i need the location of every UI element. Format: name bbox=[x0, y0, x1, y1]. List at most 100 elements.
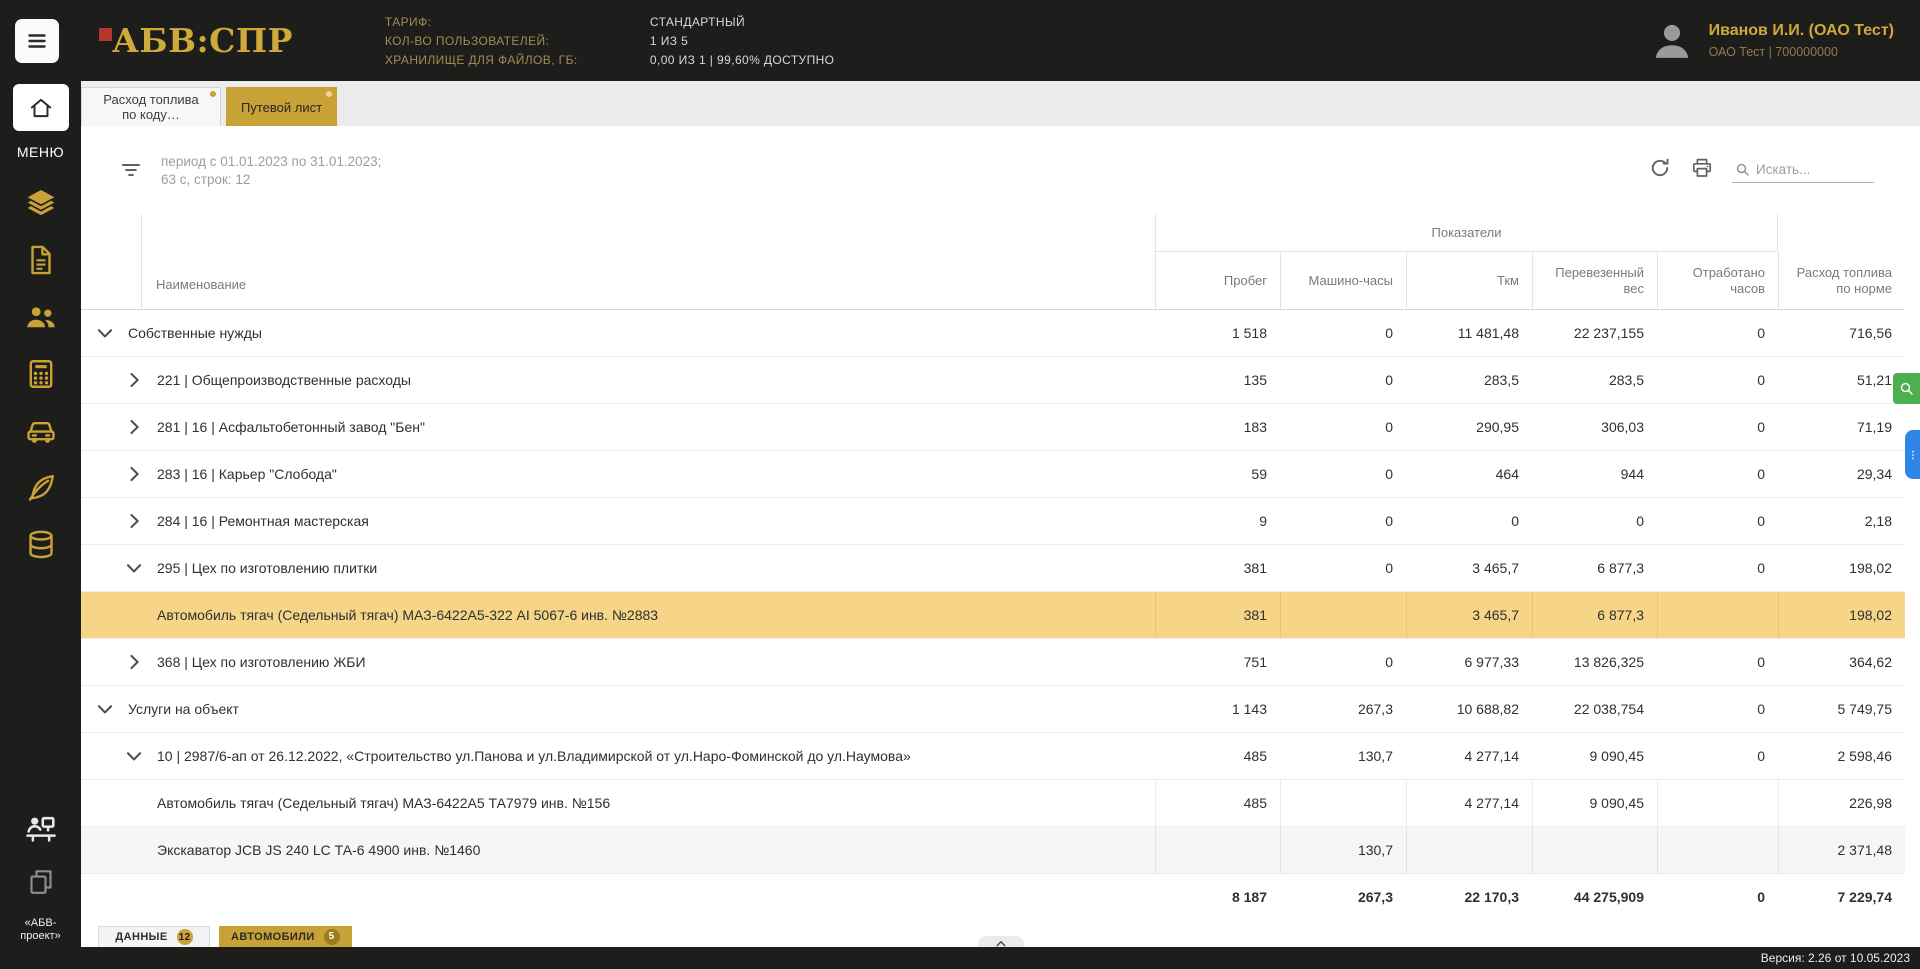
row-cell: 135 bbox=[1243, 372, 1267, 388]
row-name: 368 | Цех по изготовлению ЖБИ bbox=[157, 654, 366, 670]
table-body: Собственные нужды 1 518 0 11 481,48 22 237,1… bbox=[81, 310, 1905, 874]
chevron-right-icon[interactable] bbox=[123, 463, 145, 485]
row-cell bbox=[1406, 827, 1532, 873]
chevron-right-icon[interactable] bbox=[123, 369, 145, 391]
table-row[interactable]: Автомобиль тягач (Седельный тягач) МАЗ-6… bbox=[81, 592, 1905, 639]
tab-1[interactable]: Расход топлива по коду… bbox=[81, 87, 221, 126]
table-row[interactable]: 284 | 16 | Ремонтная мастерская 9 0 0 0 0 2,18 bbox=[81, 498, 1905, 545]
search-icon bbox=[1898, 380, 1915, 397]
row-cell bbox=[1280, 780, 1406, 826]
table-row[interactable]: Услуги на объект 1 143 267,3 10 688,82 22 03… bbox=[81, 686, 1905, 733]
print-icon bbox=[1690, 156, 1714, 180]
users-count-label: КОЛ-ВО ПОЛЬЗОВАТЕЛЕЙ: bbox=[384, 33, 550, 48]
table-row[interactable]: 368 | Цех по изготовлению ЖБИ 751 0 6 977,3… bbox=[81, 639, 1905, 686]
row-cell: 3 465,7 bbox=[1406, 592, 1532, 638]
count-badge: 5 bbox=[323, 928, 340, 945]
row-cell: 0 bbox=[1385, 419, 1393, 435]
row-name: Автомобиль тягач (Седельный тягач) МАЗ-6… bbox=[157, 795, 611, 811]
row-name: 10 | 2987/6-ап от 26.12.2022, «Строитель… bbox=[157, 748, 911, 764]
row-name-cell: Услуги на объект bbox=[81, 686, 1155, 732]
row-cell: 2 371,48 bbox=[1778, 827, 1905, 873]
avatar bbox=[1649, 18, 1695, 64]
table-row[interactable]: 283 | 16 | Карьер "Слобода" 59 0 464 944 0 29,… bbox=[81, 451, 1905, 498]
row-cell: 10 688,82 bbox=[1456, 701, 1519, 717]
search-input[interactable] bbox=[1756, 161, 1872, 177]
filter-button[interactable] bbox=[119, 158, 143, 187]
column-header-4[interactable]: Перевезенный вес bbox=[1532, 252, 1657, 309]
row-cell: 0 bbox=[1385, 560, 1393, 576]
refresh-button[interactable] bbox=[1648, 156, 1672, 185]
sidebar-item-waybill[interactable] bbox=[24, 243, 58, 277]
app-root: АБВ:СПР ТАРИФ: СТАНДАРТНЫЙ КОЛ-ВО ПОЛЬЗО… bbox=[0, 0, 1920, 969]
table-search-button[interactable] bbox=[1893, 373, 1920, 404]
row-cell: 4 277,14 bbox=[1406, 780, 1532, 826]
row-cell: 381 bbox=[1155, 592, 1280, 638]
table-row[interactable]: Автомобиль тягач (Седельный тягач) МАЗ-6… bbox=[81, 780, 1905, 827]
row-name: Услуги на объект bbox=[128, 701, 239, 717]
row-cell: 2,18 bbox=[1864, 513, 1892, 529]
main-area: Расход топлива по коду… Путевой лист пери… bbox=[81, 81, 1920, 951]
chevron-down-icon[interactable] bbox=[94, 698, 116, 720]
row-cell: 751 bbox=[1243, 654, 1267, 670]
row-name: 221 | Общепроизводственные расходы bbox=[157, 372, 411, 388]
row-cell: 0 bbox=[1757, 701, 1765, 717]
table-row[interactable]: 295 | Цех по изготовлению плитки 381 0 3 46… bbox=[81, 545, 1905, 592]
row-name-cell: 368 | Цех по изготовлению ЖБИ bbox=[81, 639, 1155, 685]
totals-cell: 22 170,3 bbox=[1464, 889, 1520, 905]
table-row[interactable]: Собственные нужды 1 518 0 11 481,48 22 237,1… bbox=[81, 310, 1905, 357]
bottom-tab-1[interactable]: ДАННЫЕ 12 bbox=[98, 926, 210, 947]
column-header-6[interactable]: Расход топлива по норме bbox=[1778, 252, 1905, 309]
sidebar-item-users[interactable] bbox=[24, 300, 58, 334]
chevron-right-icon[interactable] bbox=[123, 510, 145, 532]
row-name: Собственные нужды bbox=[128, 325, 262, 341]
row-cell: 3 465,7 bbox=[1472, 560, 1519, 576]
column-header-2[interactable]: Машино-часы bbox=[1280, 252, 1406, 309]
row-cell: 464 bbox=[1495, 466, 1519, 482]
tab-label: Путевой лист bbox=[241, 99, 323, 115]
sidebar-item-home[interactable] bbox=[12, 84, 69, 131]
column-header-name[interactable]: Наименование bbox=[81, 214, 1155, 309]
row-cell: 6 877,3 bbox=[1597, 560, 1644, 576]
more-options-button[interactable] bbox=[1905, 430, 1920, 479]
table-row[interactable]: 221 | Общепроизводственные расходы 135 0 28… bbox=[81, 357, 1905, 404]
column-header-3[interactable]: Ткм bbox=[1406, 252, 1532, 309]
table-row[interactable]: Экскаватор JCB JS 240 LC ТА-6 4900 инв. … bbox=[81, 827, 1905, 874]
search-icon bbox=[1734, 161, 1751, 178]
home-icon bbox=[28, 95, 54, 121]
column-label: Перевезенный вес bbox=[1555, 264, 1644, 296]
sidebar-item-copy[interactable] bbox=[26, 867, 56, 897]
sidebar-item-calculator[interactable] bbox=[24, 357, 58, 391]
row-name-cell: 283 | 16 | Карьер "Слобода" bbox=[81, 451, 1155, 497]
top-header: АБВ:СПР ТАРИФ: СТАНДАРТНЫЙ КОЛ-ВО ПОЛЬЗО… bbox=[0, 0, 1920, 81]
tab-label: Расход топлива по коду… bbox=[103, 92, 199, 122]
chevron-right-icon[interactable] bbox=[123, 416, 145, 438]
sidebar-item-layers[interactable] bbox=[24, 186, 58, 220]
sidebar-footer-label: «АБВ-проект» bbox=[20, 917, 61, 942]
chevron-right-icon[interactable] bbox=[123, 651, 145, 673]
sidebar-item-database[interactable] bbox=[24, 528, 58, 562]
sidebar-item-eco[interactable] bbox=[24, 471, 58, 505]
sidebar: МЕНЮ «АБВ-проект» bbox=[0, 81, 81, 969]
column-header-5[interactable]: Отработано часов bbox=[1657, 252, 1778, 309]
row-name: 284 | 16 | Ремонтная мастерская bbox=[157, 513, 369, 529]
hamburger-menu-button[interactable] bbox=[15, 18, 59, 63]
chevron-down-icon[interactable] bbox=[123, 745, 145, 767]
tab-2[interactable]: Путевой лист bbox=[226, 87, 338, 126]
chevron-down-icon[interactable] bbox=[123, 557, 145, 579]
sidebar-item-vehicles[interactable] bbox=[24, 414, 58, 448]
table-row[interactable]: 281 | 16 | Асфальтобетонный завод "Бен" 1… bbox=[81, 404, 1905, 451]
table-row[interactable]: 10 | 2987/6-ап от 26.12.2022, «Строитель… bbox=[81, 733, 1905, 780]
row-cell: 71,19 bbox=[1856, 419, 1892, 435]
sidebar-item-workstation[interactable] bbox=[23, 811, 59, 847]
user-account[interactable]: Иванов И.И. (ОАО Тест) ОАО Тест | 700000… bbox=[1649, 18, 1894, 64]
workstation-icon bbox=[23, 811, 59, 847]
bottom-tab-2[interactable]: АВТОМОБИЛИ 5 bbox=[219, 926, 352, 947]
print-button[interactable] bbox=[1690, 156, 1714, 185]
column-header-1[interactable]: Пробег bbox=[1155, 252, 1280, 309]
chevron-down-icon[interactable] bbox=[94, 322, 116, 344]
row-cell: 0 bbox=[1385, 654, 1393, 670]
row-cell: 198,02 bbox=[1778, 592, 1905, 638]
row-name-cell: Экскаватор JCB JS 240 LC ТА-6 4900 инв. … bbox=[81, 827, 1155, 873]
row-cell: 5 749,75 bbox=[1837, 701, 1893, 717]
row-cell: 22 237,155 bbox=[1573, 325, 1644, 341]
